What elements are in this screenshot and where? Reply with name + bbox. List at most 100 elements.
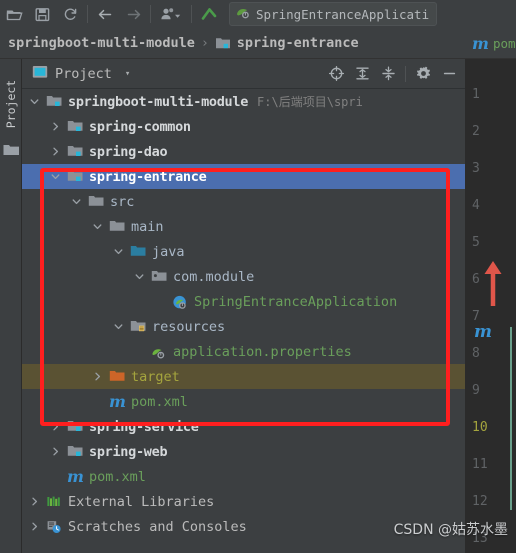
back-arrow-icon[interactable] — [91, 1, 119, 27]
chevron-down-icon[interactable] — [112, 320, 125, 333]
save-all-icon[interactable] — [28, 1, 56, 27]
line-number: 12 — [472, 494, 488, 509]
breadcrumb: springboot-multi-module › spring-entranc… — [0, 28, 516, 59]
open-folder-icon[interactable] — [0, 1, 28, 27]
chevron-down-icon[interactable] — [70, 195, 83, 208]
tree-row-springentranceapplication[interactable]: SpringEntranceApplication — [22, 289, 465, 314]
chevron-right-icon[interactable] — [49, 445, 62, 458]
sidebar-item-project[interactable]: Project — [0, 76, 22, 132]
module-folder-icon — [46, 94, 63, 109]
line-number: 6 — [472, 272, 480, 287]
module-folder-icon — [67, 144, 84, 159]
tree-row-spring-web[interactable]: spring-web — [22, 439, 465, 464]
tree-row-label: application.properties — [173, 343, 352, 360]
run-config-label: SpringEntranceApplicati — [256, 6, 430, 22]
watermark: CSDN @姑苏水墨 — [393, 522, 508, 538]
collapse-all-icon[interactable] — [376, 62, 400, 86]
chevron-down-icon[interactable] — [133, 270, 146, 283]
tree-row-pom-xml[interactable]: m pom.xml — [22, 389, 465, 414]
breadcrumb-current[interactable]: spring-entrance — [237, 35, 359, 51]
tree-row-resources[interactable]: resources — [22, 314, 465, 339]
maven-icon: m — [472, 33, 489, 53]
line-number: 3 — [472, 161, 480, 176]
tree-row-src[interactable]: src — [22, 189, 465, 214]
sync-refresh-icon[interactable] — [56, 1, 84, 27]
tree-row-spring-service[interactable]: spring-service — [22, 414, 465, 439]
resources-root-folder-icon — [130, 319, 147, 334]
tree-row-main[interactable]: main — [22, 214, 465, 239]
minimize-icon[interactable] — [437, 62, 461, 86]
tree-row-label: main — [131, 218, 164, 235]
toolbar-separator-1 — [87, 5, 88, 23]
editor-tab-strip: m pom. — [466, 28, 516, 59]
project-window-icon — [32, 64, 48, 83]
package-icon — [151, 269, 168, 284]
chevron-right-icon[interactable] — [49, 120, 62, 133]
tree-row-label: External Libraries — [68, 493, 215, 510]
tree-row-label: Scratches and Consoles — [68, 518, 247, 535]
line-number: 9 — [472, 383, 480, 398]
tree-row-label: spring-entrance — [89, 168, 207, 185]
tree-row-label: pom.xml — [88, 468, 146, 485]
tree-row-java[interactable]: java — [22, 239, 465, 264]
tree-row-label: SpringEntranceApplication — [194, 293, 398, 310]
red-up-arrow — [482, 259, 504, 311]
toolbar-separator-3 — [191, 5, 192, 23]
chevron-right-icon[interactable] — [91, 370, 104, 383]
tree-row-spring-common[interactable]: spring-common — [22, 114, 465, 139]
project-path-hint: F:\后端项目\spri — [257, 95, 363, 109]
tree-row-spring-entrance[interactable]: spring-entrance — [22, 164, 465, 189]
spring-properties-file-icon — [151, 344, 168, 360]
tree-row-pom-xml[interactable]: m pom.xml — [22, 464, 465, 489]
line-number: 5 — [472, 235, 480, 250]
vcs-commit-icon[interactable] — [195, 1, 223, 27]
line-number: 10 — [472, 420, 488, 435]
tree-row-spring-dao[interactable]: spring-dao — [22, 139, 465, 164]
ide-window: SpringEntranceApplicati springboot-multi… — [0, 0, 516, 553]
tree-row-label: com.module — [173, 268, 255, 285]
run-configuration-tab[interactable]: SpringEntranceApplicati — [229, 2, 438, 26]
project-tool-window: Project ▾ springboot-multi-module F:\后端项… — [22, 59, 465, 553]
chevron-down-icon[interactable] — [91, 220, 104, 233]
editor-tab-label[interactable]: pom. — [493, 36, 516, 51]
panel-title: Project — [55, 65, 112, 82]
module-folder-icon — [67, 119, 84, 134]
module-folder-icon — [67, 444, 84, 459]
tree-row-com-module[interactable]: com.module — [22, 264, 465, 289]
chevron-down-icon[interactable] — [112, 245, 125, 258]
left-tool-strip: Project — [0, 59, 22, 553]
tree-row-label: pom.xml — [130, 393, 188, 410]
chevron-right-icon[interactable] — [49, 420, 62, 433]
expand-all-icon[interactable] — [350, 62, 374, 86]
breadcrumb-root[interactable]: springboot-multi-module — [8, 35, 195, 51]
vcs-users-icon[interactable] — [154, 1, 188, 27]
tree-row-label: spring-service — [89, 418, 199, 435]
chevron-down-icon[interactable] — [49, 170, 62, 183]
module-folder-icon — [215, 36, 231, 50]
locate-target-icon[interactable] — [324, 62, 348, 86]
spring-boot-run-icon — [235, 5, 251, 24]
chevron-down-icon[interactable] — [28, 95, 41, 108]
tree-row-target[interactable]: target — [22, 364, 465, 389]
forward-arrow-icon[interactable] — [119, 1, 147, 27]
scratches-and-consoles-icon — [46, 519, 63, 534]
maven-gutter-marker[interactable]: m — [474, 324, 492, 341]
tree-row-external-libraries[interactable]: External Libraries — [22, 489, 465, 514]
project-folder-icon — [3, 142, 20, 161]
external-libraries-icon — [46, 494, 63, 509]
tree-row-springboot-multi-module[interactable]: springboot-multi-module F:\后端项目\spri — [22, 89, 465, 114]
tree-row-label: resources — [152, 318, 226, 335]
excluded-folder-icon — [109, 369, 126, 384]
line-number: 11 — [472, 457, 488, 472]
spring-boot-class-icon — [172, 294, 189, 310]
chevron-right-icon[interactable] — [28, 520, 41, 533]
project-panel-header: Project ▾ — [22, 59, 465, 89]
tree-row-application-properties[interactable]: application.properties — [22, 339, 465, 364]
project-tree[interactable]: springboot-multi-module F:\后端项目\spri sprin… — [22, 89, 465, 553]
chevron-right-icon[interactable] — [49, 145, 62, 158]
maven-icon: m — [474, 322, 492, 342]
gear-settings-icon[interactable] — [411, 62, 435, 86]
chevron-right-icon[interactable] — [28, 495, 41, 508]
folder-icon — [88, 194, 105, 209]
chevron-down-icon[interactable]: ▾ — [125, 69, 130, 79]
